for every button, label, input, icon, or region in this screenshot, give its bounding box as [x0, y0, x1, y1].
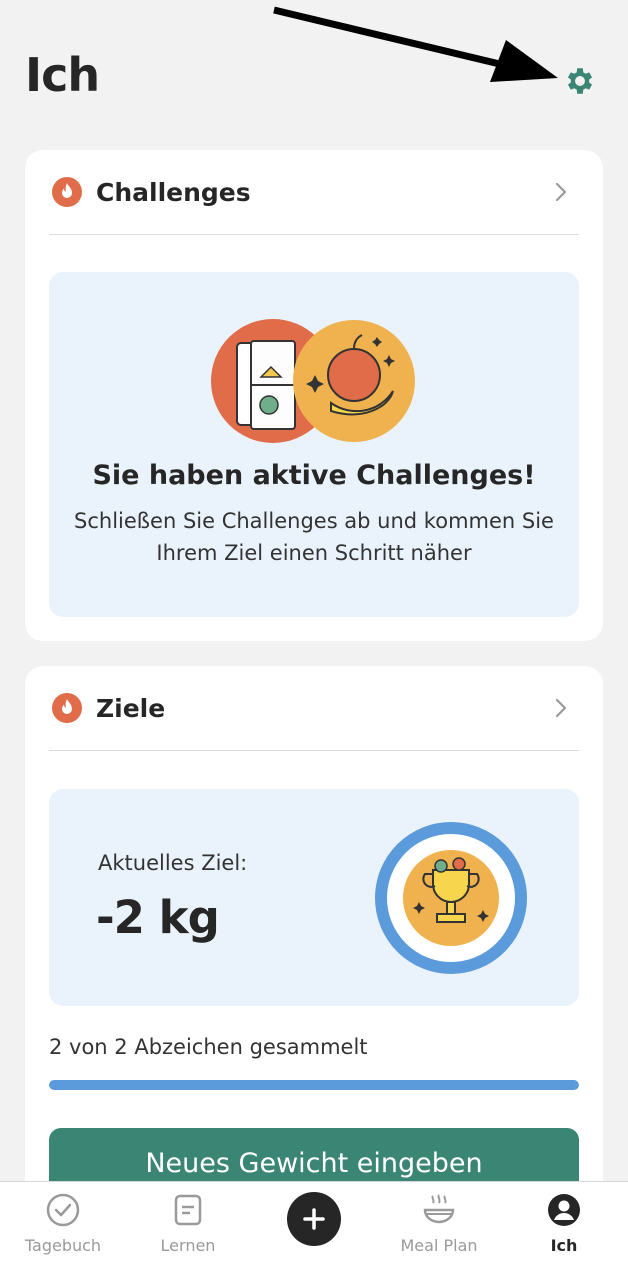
tab-meal-plan[interactable]: Meal Plan — [376, 1182, 502, 1280]
document-icon — [174, 1194, 202, 1226]
challenges-heading: Sie haben aktive Challenges! — [92, 460, 536, 491]
current-goal-panel: Aktuelles Ziel: -2 kg — [49, 789, 579, 1006]
profile-icon — [548, 1194, 580, 1226]
page-title: Ich — [25, 48, 100, 102]
plus-icon — [303, 1208, 325, 1230]
goals-header[interactable]: Ziele — [49, 666, 579, 751]
challenges-card[interactable]: Challenges Sie haben aktive Challenges! … — [25, 150, 603, 641]
tab-label: Lernen — [160, 1236, 216, 1255]
tab-label: Tagebuch — [24, 1236, 102, 1255]
challenges-header[interactable]: Challenges — [49, 150, 579, 235]
trophy-badge-icon — [375, 822, 527, 974]
flame-icon — [52, 177, 82, 207]
current-goal-value: -2 kg — [96, 891, 220, 944]
chevron-right-icon[interactable] — [549, 696, 573, 720]
challenges-title: Challenges — [96, 177, 251, 207]
goals-title: Ziele — [96, 693, 166, 723]
flame-icon — [52, 693, 82, 723]
settings-button[interactable] — [559, 60, 601, 102]
chevron-right-icon[interactable] — [549, 180, 573, 204]
tab-tagebuch[interactable]: Tagebuch — [0, 1182, 126, 1280]
bottom-tab-bar: Tagebuch Lernen Meal Plan Ich — [0, 1181, 628, 1280]
badges-collected-text: 2 von 2 Abzeichen gesammelt — [49, 1035, 368, 1059]
goals-card[interactable]: Ziele Aktuelles Ziel: -2 kg 2 von 2 Abze… — [25, 666, 603, 1206]
challenges-panel: Sie haben aktive Challenges! Schließen S… — [49, 272, 579, 617]
gear-icon — [567, 68, 593, 94]
pointer-arrow — [273, 6, 558, 82]
challenges-description: Schließen Sie Challenges ab und kommen S… — [74, 509, 554, 565]
check-circle-icon — [46, 1193, 80, 1227]
badges-progress-fill — [49, 1080, 579, 1090]
add-button[interactable] — [287, 1192, 341, 1246]
badges-progress-bar — [49, 1080, 579, 1090]
tab-lernen[interactable]: Lernen — [125, 1182, 251, 1280]
bowl-icon — [423, 1194, 455, 1224]
tab-ich[interactable]: Ich — [501, 1182, 627, 1280]
current-goal-label: Aktuelles Ziel: — [98, 851, 248, 875]
tab-label: Ich — [550, 1236, 578, 1255]
challenges-illustration — [211, 319, 415, 443]
tab-label: Meal Plan — [400, 1236, 478, 1255]
